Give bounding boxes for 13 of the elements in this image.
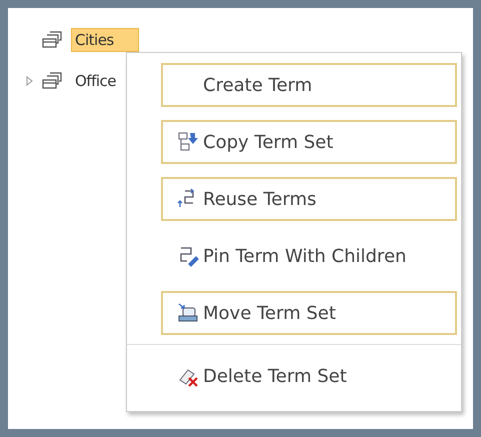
menu-item[interactable]: Delete Term Set	[161, 354, 457, 398]
move-icon	[177, 302, 199, 324]
copy-icon	[177, 131, 199, 153]
term-set-icon	[41, 30, 63, 50]
tree-item[interactable]: Cities	[71, 28, 139, 52]
term-set-icon	[41, 71, 63, 91]
expand-arrow-icon[interactable]	[26, 76, 33, 86]
menu-item[interactable]: Pin Term With Children	[161, 234, 457, 278]
menu-item[interactable]: Create Term	[161, 63, 457, 107]
tree-item[interactable]: Office	[71, 69, 120, 93]
menu-item[interactable]: Reuse Terms	[161, 177, 457, 221]
menu-item[interactable]: Copy Term Set	[161, 120, 457, 164]
menu-item[interactable]: Move Term Set	[161, 291, 457, 335]
